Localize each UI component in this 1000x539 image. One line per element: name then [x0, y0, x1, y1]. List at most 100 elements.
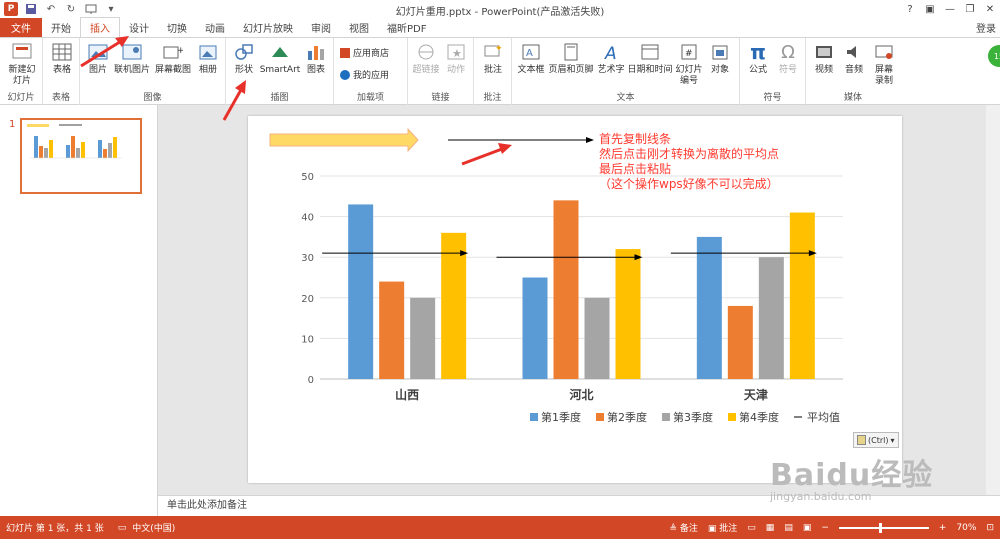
pi-icon: π	[750, 39, 766, 64]
comments-toggle-label: 批注	[719, 524, 738, 534]
comment-button[interactable]: ✦ 批注	[480, 41, 506, 76]
zoom-level[interactable]: 70%	[956, 523, 976, 533]
presentation-start-icon[interactable]	[84, 2, 98, 16]
group-label-links: 链接	[431, 93, 450, 103]
bar	[348, 204, 374, 379]
slide-canvas[interactable]: 0 10 20 30 40 50 山西 河北 天津 第1季度 第2季度 第3季度 第4季度 平均值	[248, 116, 902, 483]
bar	[758, 257, 784, 379]
slide-thumbnail[interactable]	[20, 118, 142, 194]
tab-transitions[interactable]: 切换	[158, 18, 196, 37]
chart-icon	[305, 41, 327, 63]
spellcheck-icon[interactable]: ▭	[118, 523, 127, 533]
legend-swatch	[596, 413, 604, 421]
annotation-line-4: （这个操作wps好像不可以完成）	[599, 177, 779, 191]
object-button[interactable]: 对象	[706, 41, 734, 76]
notes-toggle[interactable]: ≜ 备注	[669, 521, 697, 534]
new-slide-button[interactable]: 新建幻灯片	[4, 41, 40, 87]
hyperlink-button[interactable]: 超链接	[412, 41, 440, 76]
undo-icon[interactable]: ↶	[44, 2, 58, 16]
symbol-button[interactable]: Ω 符号	[774, 41, 802, 76]
shapes-button[interactable]: 形状	[231, 41, 257, 76]
window-title: 幻灯片重用.pptx - PowerPoint(产品激活失败)	[395, 7, 605, 18]
tab-slideshow[interactable]: 幻灯片放映	[234, 18, 302, 37]
app-store-button[interactable]: 应用商店	[340, 46, 389, 59]
action-button[interactable]: ★ 动作	[443, 41, 469, 76]
slide-thumbnail-pane: 1	[0, 105, 158, 516]
chart-button[interactable]: 图表	[303, 41, 329, 76]
tab-view[interactable]: 视图	[340, 18, 378, 37]
header-footer-button[interactable]: 页眉和页脚	[548, 41, 594, 76]
wordart-button[interactable]: A 艺术字	[596, 41, 626, 76]
legend-swatch	[728, 413, 736, 421]
audio-button[interactable]: 音频	[840, 41, 868, 76]
group-label-images: 图像	[143, 93, 162, 103]
textbox-button[interactable]: A 文本框	[516, 41, 546, 76]
chevron-down-icon: ▾	[890, 435, 895, 445]
zoom-in-icon[interactable]: +	[939, 523, 947, 533]
calendar-icon	[639, 41, 661, 63]
my-apps-icon	[340, 69, 350, 80]
status-bar: 幻灯片 第 1 张，共 1 张 ▭ 中文(中国) ≜ 备注 ▣ 批注 ▭ ▦ ▤…	[0, 516, 1000, 539]
comments-toggle[interactable]: ▣ 批注	[708, 521, 737, 534]
fit-slide-icon[interactable]: ⊡	[986, 523, 994, 533]
notes-toggle-label: 备注	[679, 524, 698, 534]
update-badge[interactable]: 15	[988, 45, 1000, 67]
my-apps-button[interactable]: 我的应用	[340, 68, 389, 81]
slide-number-button[interactable]: # 幻灯片编号	[674, 41, 704, 87]
legend-swatch	[662, 413, 670, 421]
help-icon[interactable]: ?	[900, 0, 920, 18]
omega-icon: Ω	[781, 41, 795, 63]
minimize-icon[interactable]: —	[940, 0, 960, 18]
svg-text:A: A	[604, 44, 617, 61]
group-label-tables: 表格	[51, 93, 70, 103]
zoom-slider[interactable]	[838, 522, 929, 533]
language-status[interactable]: 中文(中国)	[132, 521, 175, 534]
ribbon-display-icon[interactable]: ▣	[920, 0, 940, 18]
equation-button[interactable]: π 公式	[744, 41, 772, 76]
datetime-button[interactable]: 日期和时间	[626, 41, 674, 76]
black-line-arrowhead	[586, 137, 594, 143]
slideshow-view-icon[interactable]: ▣	[803, 523, 812, 533]
customize-qat-icon[interactable]: ▾	[104, 2, 118, 16]
tab-animations[interactable]: 动画	[196, 18, 234, 37]
zoom-out-icon[interactable]: −	[821, 523, 829, 533]
smartart-button[interactable]: SmartArt	[260, 41, 300, 76]
y-tick-label: 50	[301, 172, 314, 183]
save-icon[interactable]	[24, 2, 38, 16]
y-tick-label: 30	[301, 253, 314, 264]
redo-icon[interactable]: ↻	[64, 2, 78, 16]
reading-view-icon[interactable]: ▤	[784, 523, 793, 533]
screen-recording-button[interactable]: 屏幕录制	[870, 41, 898, 87]
slide-sorter-icon[interactable]: ▦	[766, 523, 775, 533]
screenshot-button[interactable]: + 屏幕截图	[153, 41, 193, 76]
bar	[522, 277, 548, 379]
equation-label: 公式	[748, 65, 767, 75]
svg-text:★: ★	[452, 47, 462, 60]
quick-access-toolbar: P ↶ ↻ ▾	[0, 2, 118, 16]
table-button[interactable]: 表格	[48, 41, 76, 76]
vertical-scrollbar[interactable]	[986, 105, 1000, 495]
restore-icon[interactable]: ❐	[960, 0, 980, 18]
tab-review[interactable]: 审阅	[302, 18, 340, 37]
window-controls: ? ▣ — ❐ ✕	[900, 0, 1000, 18]
textbox-label: 文本框	[517, 65, 545, 75]
tab-file[interactable]: 文件	[0, 18, 42, 37]
notes-pane[interactable]: 单击此处添加备注	[158, 495, 1000, 516]
album-button[interactable]: 相册	[195, 41, 221, 76]
smartart-icon	[269, 41, 291, 63]
video-button[interactable]: 视频	[810, 41, 838, 76]
paste-options-button[interactable]: (Ctrl) ▾	[853, 432, 899, 448]
group-label-symbols: 符号	[763, 93, 782, 103]
login-link[interactable]: 登录	[976, 20, 996, 35]
star-icon: ★	[445, 41, 467, 63]
hyperlink-label: 超链接	[412, 65, 440, 75]
tab-foxit-pdf[interactable]: 福昕PDF	[378, 18, 435, 37]
normal-view-icon[interactable]: ▭	[747, 523, 756, 533]
thumbnail-number: 1	[9, 119, 16, 130]
group-label-text: 文本	[616, 93, 635, 103]
close-icon[interactable]: ✕	[980, 0, 1000, 18]
x-category-label: 河北	[568, 387, 593, 402]
legend-label: 平均值	[807, 411, 840, 424]
bar	[696, 236, 722, 379]
chart-svg[interactable]: 0 10 20 30 40 50 山西 河北 天津第1季度 第2季度 第3季度 第4季度 平均值	[248, 116, 902, 483]
